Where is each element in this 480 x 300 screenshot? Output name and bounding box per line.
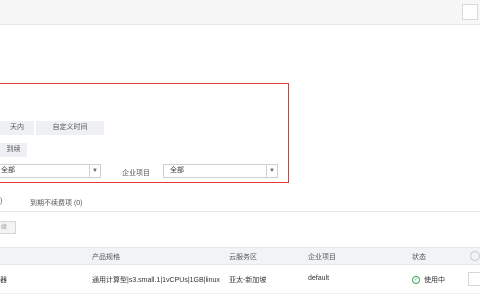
time-range-chip[interactable]: 天内 <box>0 121 34 135</box>
chevron-down-icon: ▼ <box>266 165 277 177</box>
cell-project: default <box>308 275 330 282</box>
filter-select-left[interactable]: 全部 ▼ <box>0 164 101 178</box>
enterprise-project-label: 企业项目 <box>122 170 150 177</box>
batch-renew-button[interactable]: 续 <box>0 221 16 234</box>
top-bar <box>0 0 480 25</box>
cell-spec: 通用计算型|s3.small.1|1vCPUs|1GB|linux <box>92 277 220 284</box>
tab-no-renew-items[interactable]: 到期不续费项 (0) <box>30 198 83 208</box>
tabs-divider <box>0 211 480 212</box>
filter-select-left-value: 全部 <box>1 167 15 174</box>
status-chip[interactable]: 到续 <box>0 143 27 157</box>
header-region: 云服务区 <box>229 254 257 261</box>
top-right-button[interactable] <box>462 4 478 20</box>
tab-renew-items[interactable]: ) <box>0 198 2 205</box>
status-text: 使用中 <box>424 277 445 284</box>
header-extra-icon[interactable] <box>470 251 480 261</box>
table-row[interactable]: 器 通用计算型|s3.small.1|1vCPUs|1GB|linux 亚太-新… <box>0 265 480 294</box>
cell-status: ✓ 使用中 <box>412 275 445 285</box>
cell-region: 亚太-新加坡 <box>229 277 267 284</box>
enterprise-project-value: 全部 <box>170 167 184 174</box>
header-status: 状态 <box>412 254 426 261</box>
enterprise-project-select[interactable]: 全部 ▼ <box>163 164 278 178</box>
status-ok-icon: ✓ <box>412 276 420 285</box>
chevron-down-icon: ▼ <box>89 165 100 177</box>
cell-name[interactable]: 器 <box>0 275 7 285</box>
row-action-button[interactable] <box>468 272 480 286</box>
table-header: 产品规格 云服务区 企业项目 状态 <box>0 247 480 265</box>
header-spec: 产品规格 <box>92 254 120 261</box>
custom-time-chip[interactable]: 自定义时间 <box>36 121 104 135</box>
header-project: 企业项目 <box>308 254 336 261</box>
